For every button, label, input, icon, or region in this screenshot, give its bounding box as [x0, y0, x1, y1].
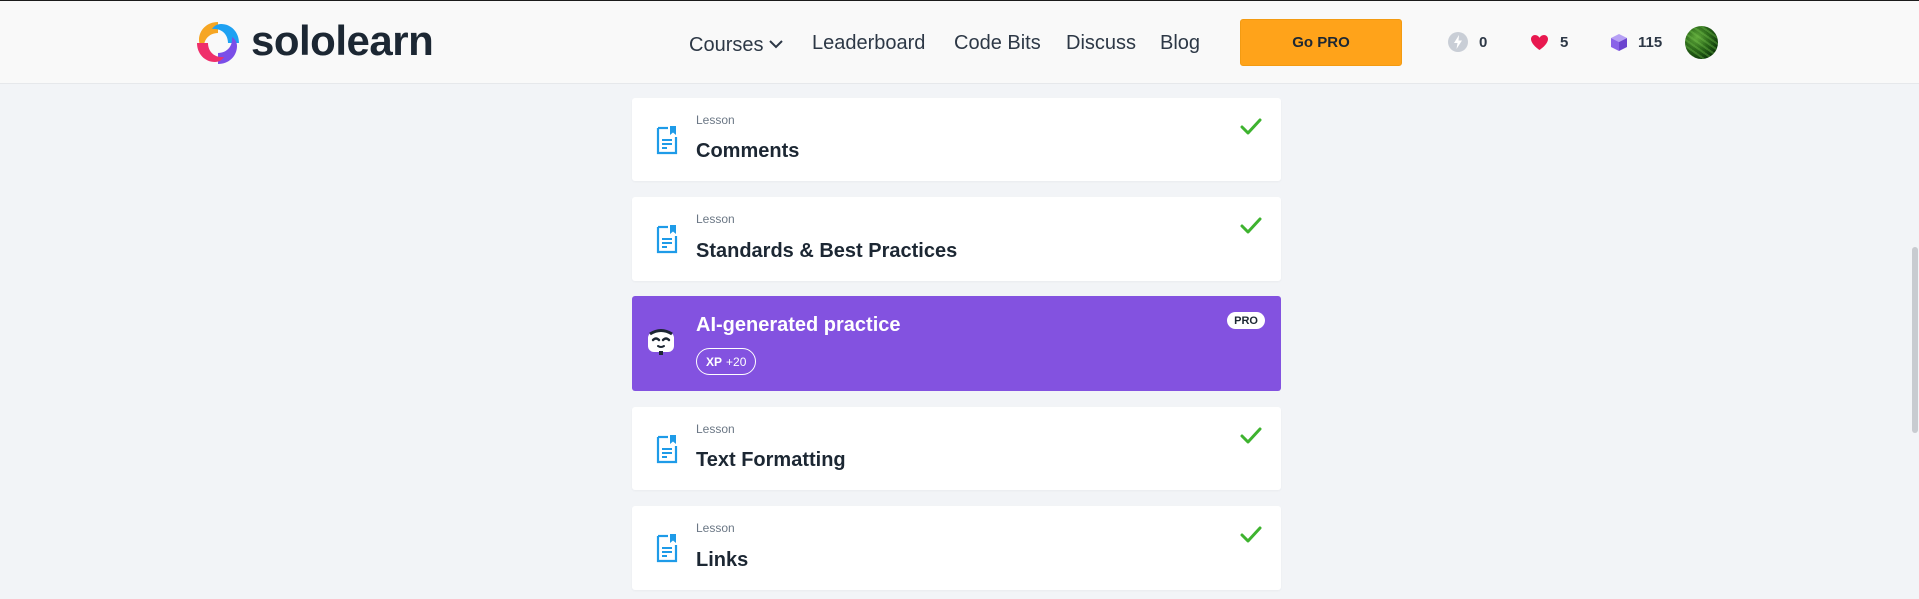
streak-count: 0	[1479, 33, 1488, 51]
ai-practice-title: AI-generated practice	[696, 314, 901, 336]
logo-text: sololearn	[251, 17, 434, 64]
lesson-kind: Lesson	[696, 212, 735, 226]
user-avatar[interactable]	[1685, 26, 1718, 59]
check-icon	[1239, 216, 1263, 236]
go-pro-button[interactable]: Go PRO	[1240, 19, 1402, 66]
lesson-kind: Lesson	[696, 422, 735, 436]
cube-icon	[1608, 31, 1630, 53]
check-icon	[1239, 525, 1263, 545]
document-icon	[653, 124, 679, 156]
robot-face-icon	[646, 326, 676, 356]
nav-leaderboard[interactable]: Leaderboard	[812, 31, 925, 55]
page-scrollbar-thumb[interactable]	[1912, 247, 1918, 433]
nav-discuss[interactable]: Discuss	[1066, 31, 1136, 55]
bits-counter[interactable]: 115	[1608, 31, 1662, 53]
document-icon	[653, 532, 679, 564]
lesson-card-text-formatting[interactable]: Lesson Text Formatting	[632, 407, 1281, 490]
nav-courses-label: Courses	[689, 34, 764, 56]
lightning-icon	[1447, 31, 1469, 53]
check-icon	[1239, 117, 1263, 137]
hearts-count: 5	[1560, 33, 1569, 51]
document-icon	[653, 433, 679, 465]
lesson-card-standards[interactable]: Lesson Standards & Best Practices	[632, 197, 1281, 281]
nav-blog[interactable]: Blog	[1160, 31, 1200, 55]
nav-courses[interactable]: Courses	[689, 31, 784, 57]
top-navigation-bar: sololearn Courses Leaderboard Code Bits …	[0, 1, 1919, 84]
sololearn-logo-icon	[197, 22, 239, 64]
lesson-title: Standards & Best Practices	[696, 240, 958, 262]
ai-practice-card[interactable]: AI-generated practice XP +20 PRO	[632, 296, 1281, 391]
streak-counter[interactable]: 0	[1447, 31, 1487, 53]
lesson-title: Links	[696, 549, 749, 571]
document-icon	[653, 223, 679, 255]
check-icon	[1239, 426, 1263, 446]
chevron-down-icon	[769, 31, 784, 55]
lesson-card-comments[interactable]: Lesson Comments	[632, 98, 1281, 181]
pro-badge: PRO	[1227, 312, 1265, 329]
lesson-title: Text Formatting	[696, 449, 846, 471]
xp-value: +20	[726, 354, 747, 369]
hearts-counter[interactable]: 5	[1528, 31, 1568, 53]
lesson-kind: Lesson	[696, 521, 735, 535]
lesson-card-links[interactable]: Lesson Links	[632, 506, 1281, 590]
nav-code-bits[interactable]: Code Bits	[954, 31, 1041, 55]
lesson-title: Comments	[696, 140, 800, 162]
bits-count: 115	[1638, 33, 1663, 51]
heart-icon	[1528, 31, 1550, 53]
xp-label: XP	[706, 354, 723, 369]
lesson-kind: Lesson	[696, 113, 735, 127]
sololearn-logo[interactable]: sololearn	[193, 17, 434, 68]
xp-reward-badge: XP +20	[696, 348, 757, 375]
